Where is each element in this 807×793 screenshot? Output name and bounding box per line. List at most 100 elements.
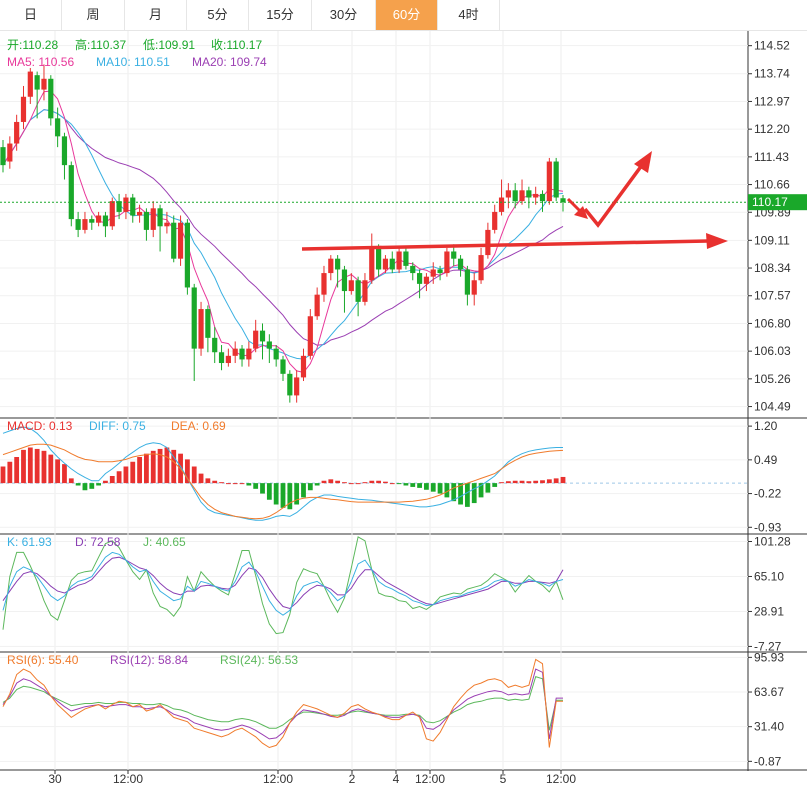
ma-legend-1: MA10: 110.51 <box>96 55 170 69</box>
macd-bar <box>403 483 409 486</box>
macd-bar <box>512 480 518 484</box>
macd-bar <box>417 483 422 488</box>
macd-bar <box>103 480 108 484</box>
macd-bar <box>430 483 436 492</box>
price_axis-tick-label: 112.20 <box>754 122 790 136</box>
candle-body <box>348 280 354 292</box>
candle-body <box>7 143 13 162</box>
ohlc-legend-2: 低:109.91 <box>143 38 195 52</box>
candle-body <box>41 78 47 90</box>
macd-bar <box>540 480 545 484</box>
candle-body <box>82 219 88 230</box>
candle-body <box>416 273 423 284</box>
candle-body <box>294 377 300 396</box>
macd-bar <box>55 459 61 484</box>
macd-bar <box>164 447 170 484</box>
candle-body <box>253 330 259 349</box>
macd-bar <box>123 466 129 484</box>
ma-legend-2: MA20: 109.74 <box>192 55 267 69</box>
candle-body <box>560 198 566 203</box>
candle-body <box>505 190 511 198</box>
candle-body <box>171 222 177 259</box>
macd-legend-2: DEA: 0.69 <box>171 419 226 433</box>
ma-legend-0: MA5: 110.56 <box>7 55 74 69</box>
candle-body <box>75 219 81 230</box>
time-axis-label: 2 <box>349 772 356 786</box>
candle-body <box>335 258 341 270</box>
candle-body <box>205 309 211 338</box>
tab-5分[interactable]: 5分 <box>187 0 249 30</box>
macd-bar <box>212 480 218 484</box>
candle-body <box>389 258 395 270</box>
price_axis-tick-label: 114.52 <box>754 39 790 53</box>
macd-bar <box>137 457 142 484</box>
tab-月[interactable]: 月 <box>125 0 187 30</box>
macd-bar <box>239 483 245 485</box>
price_axis-tick-label: 109.11 <box>754 233 790 247</box>
candle-body <box>355 280 361 302</box>
candle-body <box>20 96 27 122</box>
candle-body <box>280 359 286 374</box>
candle-body <box>451 251 457 259</box>
candle-body <box>0 147 6 166</box>
candle-body <box>157 208 163 227</box>
macd-bar <box>505 481 511 484</box>
macd-bar <box>27 447 33 484</box>
period-tabs: 日周月 5分 15分 30分 60分 4时 <box>0 0 807 31</box>
candle-body <box>498 197 505 212</box>
tab-日[interactable]: 日 <box>0 0 62 30</box>
candle-body <box>259 330 266 342</box>
candle-body <box>314 294 320 317</box>
macd-bar <box>485 483 491 493</box>
candle-body <box>362 280 368 302</box>
candle-body <box>130 197 136 216</box>
macd-bar <box>184 459 190 484</box>
candle-body <box>471 280 477 295</box>
candle-body <box>34 75 40 90</box>
price_axis-tick-label: 105.26 <box>754 372 791 386</box>
tab-15分[interactable]: 15分 <box>249 0 312 30</box>
tab-周[interactable]: 周 <box>62 0 125 30</box>
candle-body <box>123 197 129 212</box>
candle-body <box>321 273 327 295</box>
tab-30分[interactable]: 30分 <box>312 0 376 30</box>
price_axis-tick-label: 108.34 <box>754 261 791 275</box>
rsi_axis-tick-label: 95.93 <box>754 650 784 664</box>
candle-body <box>437 269 443 274</box>
macd-bar <box>560 476 566 484</box>
candle-body <box>423 276 430 284</box>
candle-body <box>184 222 190 288</box>
macd-bar <box>492 483 498 487</box>
macd-bar <box>287 483 293 510</box>
macd-bar <box>21 449 26 484</box>
rsi_axis-tick-label: -0.87 <box>754 754 782 768</box>
candle-body <box>444 251 450 274</box>
macd-bar <box>273 483 279 505</box>
candle-body <box>533 193 539 198</box>
kdj-legend-1: D: 72.58 <box>75 535 121 549</box>
candle-body <box>430 269 436 277</box>
kdj-legend-2: J: 40.65 <box>143 535 186 549</box>
candle-body <box>177 222 184 259</box>
tab-4时[interactable]: 4时 <box>438 0 500 30</box>
macd-bar <box>75 483 81 486</box>
macd-bar <box>464 483 470 507</box>
candle-body <box>512 190 518 202</box>
candle-body <box>61 136 68 166</box>
candle-body <box>198 309 204 349</box>
candle-body <box>164 222 170 227</box>
macd-bar <box>307 483 313 491</box>
macd-bar <box>89 483 95 489</box>
macd-bar <box>41 450 47 484</box>
tab-60分[interactable]: 60分 <box>376 0 438 30</box>
kdj_axis-tick-label: 101.28 <box>754 534 791 548</box>
candle-body <box>27 71 33 97</box>
macd-bar <box>301 483 306 498</box>
ma10-line <box>2 109 564 360</box>
macd-bar <box>109 476 115 484</box>
macd-bar <box>383 481 388 484</box>
macd-bar <box>546 479 552 484</box>
kdj_axis-tick-label: 28.91 <box>754 604 784 618</box>
macd-bar <box>191 466 197 484</box>
candle-body <box>553 161 559 198</box>
